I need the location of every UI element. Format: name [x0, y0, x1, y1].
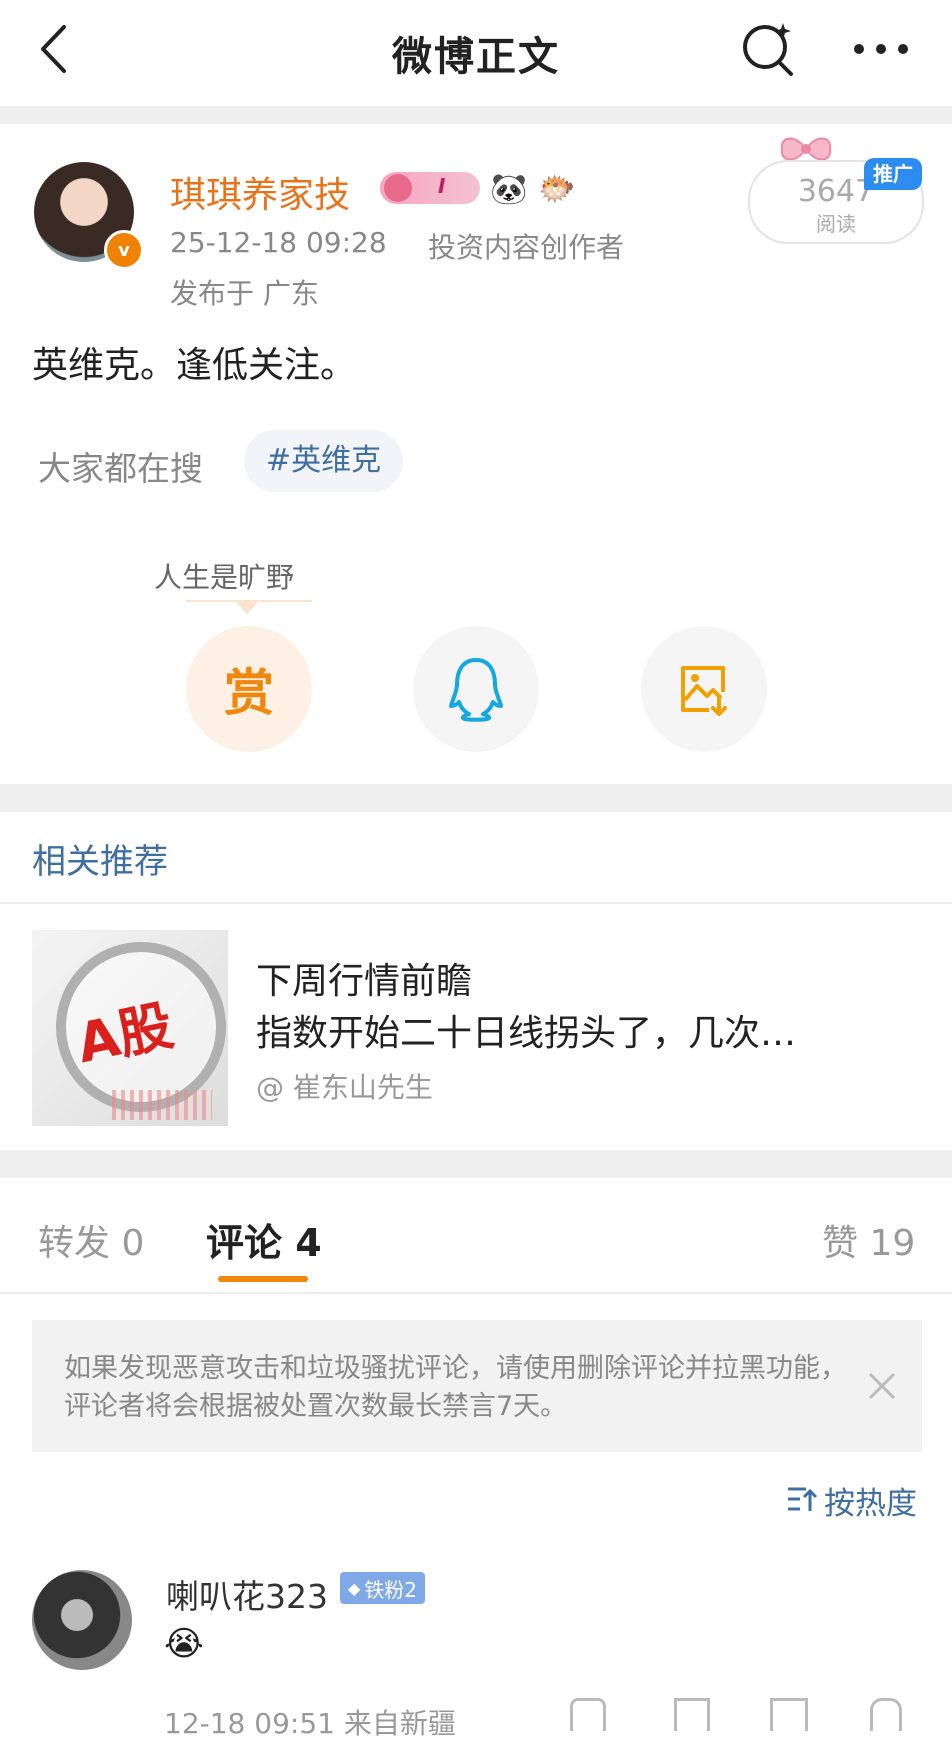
comment-emoji: 😭	[164, 1624, 204, 1664]
related-item-author: @ 崔东山先生	[256, 1071, 433, 1104]
qq-icon	[449, 658, 503, 722]
post-content: 英维克。逢低关注。	[32, 345, 357, 386]
tab-active-indicator	[218, 1276, 308, 1282]
share-icon[interactable]	[570, 1698, 606, 1731]
commenter-avatar[interactable]	[32, 1570, 132, 1670]
share-qq-button[interactable]	[413, 626, 539, 752]
related-thumbnail: A股	[32, 930, 228, 1126]
fan-badge-label: 铁粉2	[364, 1577, 418, 1602]
diamond-icon: ◆	[348, 1578, 361, 1598]
panda-icon: 🐼	[490, 171, 528, 207]
thumb-chart-icon	[112, 1090, 212, 1120]
sort-icon	[788, 1487, 818, 1511]
comment-item: 喇叭花323 ◆ 铁粉2 😭 12-18 09:51 来自新疆	[0, 1556, 952, 1740]
divider	[0, 1292, 952, 1294]
tab-like[interactable]: 赞 19	[822, 1214, 915, 1266]
like-icon[interactable]	[870, 1698, 902, 1731]
reward-button[interactable]: 赏	[186, 626, 312, 752]
comment-meta: 12-18 09:51 来自新疆	[164, 1707, 456, 1740]
tip-user-label: 人生是旷野	[154, 561, 295, 594]
read-label: 阅读	[816, 212, 856, 236]
search-sparkle-icon	[743, 23, 793, 76]
top-bar: 微博正文	[0, 0, 952, 106]
author-name[interactable]: 琪琪养家技	[170, 166, 350, 218]
tab-repost[interactable]: 转发 0	[38, 1214, 144, 1266]
more-button[interactable]	[846, 24, 916, 74]
more-dots-icon	[854, 44, 908, 54]
save-image-button[interactable]	[641, 626, 767, 752]
related-item-title-1: 下周行情前瞻	[256, 961, 473, 1002]
commenter-name[interactable]: 喇叭花323	[166, 1570, 328, 1618]
tip-pointer-icon	[234, 600, 260, 614]
tab-comment[interactable]: 评论 4	[206, 1212, 322, 1267]
promo-badge[interactable]: 推广	[864, 158, 922, 190]
notice-text: 如果发现恶意攻击和垃圾骚扰评论，请使用删除评论并拉黑功能，评论者将会根据被处置次…	[64, 1353, 847, 1422]
divider	[0, 106, 952, 124]
post-timestamp: 25-12-18 09:28	[170, 226, 387, 259]
forward-icon[interactable]	[674, 1698, 710, 1731]
notice-close-button[interactable]	[852, 1356, 912, 1416]
sort-label: 按热度	[824, 1485, 917, 1522]
comment-action-icons	[570, 1698, 930, 1731]
verified-badge-icon: v	[104, 230, 144, 270]
related-item-title-2: 指数开始二十日线拐头了，几次…	[256, 1013, 797, 1054]
search-prefix: 大家都在搜	[38, 449, 203, 488]
author-role: 投资内容创作者	[428, 231, 625, 264]
reward-label: 赏	[224, 664, 274, 722]
goldfish-icon: 🐡	[538, 171, 576, 207]
image-download-icon	[681, 666, 727, 716]
reply-icon[interactable]	[770, 1698, 808, 1731]
back-arrow-icon	[41, 25, 66, 73]
fan-badge: ◆ 铁粉2	[340, 1572, 426, 1604]
page-title: 微博正文	[392, 34, 560, 80]
notice-box: 如果发现恶意攻击和垃圾骚扰评论，请使用删除评论并拉黑功能，评论者将会根据被处置次…	[32, 1320, 922, 1452]
search-tag-button[interactable]: #英维克	[244, 430, 404, 492]
related-item[interactable]: A股 下周行情前瞻 指数开始二十日线拐头了，几次… @ 崔东山先生	[0, 904, 952, 1144]
related-title: 相关推荐	[32, 842, 168, 882]
post-location: 发布于 广东	[170, 277, 319, 310]
sort-button[interactable]: 按热度	[786, 1478, 917, 1522]
close-icon	[868, 1372, 896, 1400]
back-button[interactable]	[28, 16, 78, 82]
divider	[0, 784, 952, 812]
membership-badge-icon: I	[380, 172, 480, 204]
search-button[interactable]	[734, 16, 804, 82]
divider	[0, 1150, 952, 1178]
